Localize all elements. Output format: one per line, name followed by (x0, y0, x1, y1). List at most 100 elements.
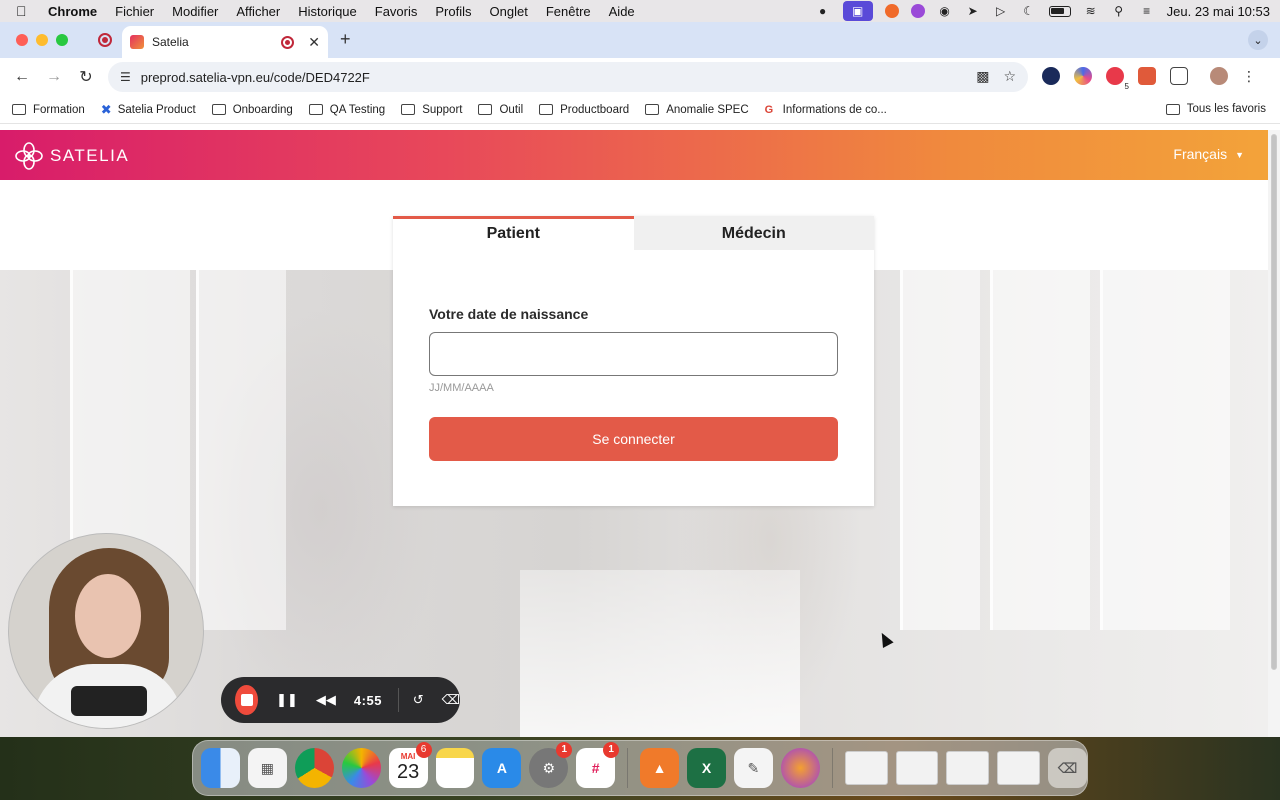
back-icon[interactable]: ← (12, 68, 32, 86)
bookmark-qa-testing[interactable]: QA Testing (308, 104, 385, 116)
menu-app-name[interactable]: Chrome (48, 4, 97, 19)
bookmark-all-favorites[interactable]: Tous les favoris (1165, 103, 1266, 115)
page-scrollbar[interactable] (1268, 130, 1280, 737)
trash-bin-icon[interactable]: ⌫ (1048, 748, 1087, 788)
bookmark-label: Tous les favoris (1186, 103, 1266, 115)
menu-modifier[interactable]: Modifier (172, 4, 218, 19)
slack-icon[interactable]: #1 (576, 742, 620, 788)
close-window-button[interactable] (16, 34, 28, 46)
extension-badge-icon[interactable]: 5 (1106, 67, 1129, 91)
tab-search-icon[interactable]: ⌄ (1248, 30, 1268, 50)
menu-profils[interactable]: Profils (435, 4, 471, 19)
tab-patient[interactable]: Patient (393, 216, 634, 250)
bookmark-satelia-product[interactable]: ✖ Satelia Product (101, 102, 196, 118)
minimized-window-1[interactable] (844, 751, 888, 785)
spotlight-search-icon[interactable]: ⚲ (1111, 3, 1127, 19)
extension-status-icon[interactable] (910, 4, 925, 18)
satelia-logo[interactable]: SATELIA (14, 141, 129, 171)
bookmark-onboarding[interactable]: Onboarding (211, 104, 293, 116)
menu-aide[interactable]: Aide (609, 4, 635, 19)
firefox-icon[interactable] (780, 748, 820, 788)
site-header: SATELIA Français ▼ (0, 130, 1268, 180)
minimized-window-4[interactable] (997, 751, 1041, 785)
extension-shield-icon[interactable] (1042, 67, 1060, 85)
wifi-icon[interactable]: ≋ (1083, 3, 1099, 19)
excel-icon[interactable]: X (687, 748, 726, 788)
camera-icon[interactable]: ▩ (976, 68, 989, 85)
bookmark-support[interactable]: Support (401, 104, 462, 116)
pause-icon[interactable]: ❚❚ (276, 692, 298, 708)
calendar-icon[interactable]: MAI 23 6 (388, 742, 432, 788)
reload-icon[interactable]: ↻ (76, 67, 96, 87)
login-form: Votre date de naissance JJ/MM/AAAA Se co… (393, 306, 874, 461)
tab-medecin[interactable]: Médecin (633, 216, 874, 250)
menu-historique[interactable]: Historique (298, 4, 357, 19)
minimized-window-3[interactable] (946, 751, 990, 785)
bookmark-outil[interactable]: Outil (478, 104, 523, 116)
trash-icon[interactable]: ⌫ (442, 692, 460, 708)
profile-avatar[interactable] (1210, 67, 1228, 85)
menu-clock[interactable]: Jeu. 23 mai 10:53 (1167, 4, 1270, 19)
zoom-window-button[interactable] (56, 34, 68, 46)
extension-color-icon[interactable] (1074, 67, 1092, 85)
new-tab-button[interactable]: + (340, 29, 351, 50)
menu-onglet[interactable]: Onglet (490, 4, 528, 19)
apple-menu-icon[interactable]:  (16, 3, 34, 19)
finder-icon[interactable] (201, 748, 240, 788)
extension-grid-icon[interactable] (1138, 67, 1156, 85)
launchpad-icon[interactable]: ▦ (247, 748, 287, 788)
rewind-icon[interactable]: ◀◀ (316, 692, 336, 708)
bookmark-productboard[interactable]: Productboard (539, 104, 629, 116)
address-bar[interactable]: ☰ preprod.satelia-vpn.eu/code/DED4722F ▩… (108, 62, 1028, 92)
system-settings-icon[interactable]: ⚙ 1 (529, 742, 573, 788)
vpn-icon[interactable]: ◉ (937, 3, 953, 19)
tab-close-icon[interactable]: ✕ (308, 34, 320, 51)
satelia-product-icon: ✖ (100, 101, 112, 117)
app-status-icon[interactable] (884, 4, 899, 18)
play-icon[interactable]: ▷ (993, 3, 1009, 19)
bookmark-anomalie-spec[interactable]: Anomalie SPEC (645, 104, 749, 116)
menu-favoris[interactable]: Favoris (375, 4, 418, 19)
screen-recorder-icon[interactable]: ▣ (842, 1, 873, 21)
microphone-icon[interactable]: ● (815, 3, 831, 19)
app-store-icon[interactable]: A (482, 748, 522, 788)
browser-menu-icon[interactable]: ⋮ (1242, 68, 1256, 85)
bookmark-formation[interactable]: Formation (12, 104, 85, 116)
dock-separator (831, 748, 833, 788)
textedit-icon[interactable]: ✎ (733, 748, 773, 788)
webcam-bubble[interactable] (8, 533, 204, 729)
vpn-app-icon[interactable]: ▲ (640, 748, 680, 788)
recording-controls: ❚❚ ◀◀ 4:55 ↺ ⌫ (221, 677, 460, 723)
bookmark-star-icon[interactable]: ☆ (1003, 68, 1016, 85)
scrollbar-thumb[interactable] (1271, 134, 1277, 670)
language-selector[interactable]: Français ▼ (1173, 146, 1244, 162)
site-info-icon[interactable]: ☰ (120, 70, 131, 84)
login-submit-button[interactable]: Se connecter (429, 417, 838, 461)
satelia-logo-icon (15, 142, 43, 170)
restart-icon[interactable]: ↺ (413, 692, 424, 708)
control-center-icon[interactable]: ≡ (1139, 3, 1155, 19)
recording-tab-icon[interactable] (98, 33, 112, 47)
photos-icon[interactable] (341, 748, 381, 788)
tab-satelia[interactable]: Satelia ✕ (122, 26, 328, 58)
hero-window-right (900, 270, 980, 630)
bookmark-label: Informations de co... (782, 103, 887, 116)
extensions-puzzle-icon[interactable] (1170, 67, 1188, 85)
menu-afficher[interactable]: Afficher (236, 4, 280, 19)
location-icon[interactable]: ➤ (965, 3, 981, 19)
minimize-window-button[interactable] (36, 34, 48, 46)
bookmark-informations[interactable]: G Informations de co... (765, 104, 887, 116)
minimized-window-2[interactable] (895, 751, 939, 785)
birthdate-input[interactable] (429, 332, 838, 376)
macos-menu-bar:  Chrome Fichier Modifier Afficher Histo… (0, 0, 1280, 22)
menu-fichier[interactable]: Fichier (115, 4, 154, 19)
menu-fenetre[interactable]: Fenêtre (546, 4, 591, 19)
battery-icon[interactable] (1048, 5, 1071, 17)
login-tabs: Patient Médecin (393, 216, 874, 250)
address-url[interactable]: preprod.satelia-vpn.eu/code/DED4722F (141, 70, 370, 85)
notes-icon[interactable] (435, 748, 475, 788)
chrome-icon[interactable] (294, 748, 334, 788)
moon-icon[interactable]: ☾ (1021, 3, 1037, 19)
stop-recording-button[interactable] (235, 685, 259, 715)
forward-icon[interactable]: → (44, 68, 64, 86)
